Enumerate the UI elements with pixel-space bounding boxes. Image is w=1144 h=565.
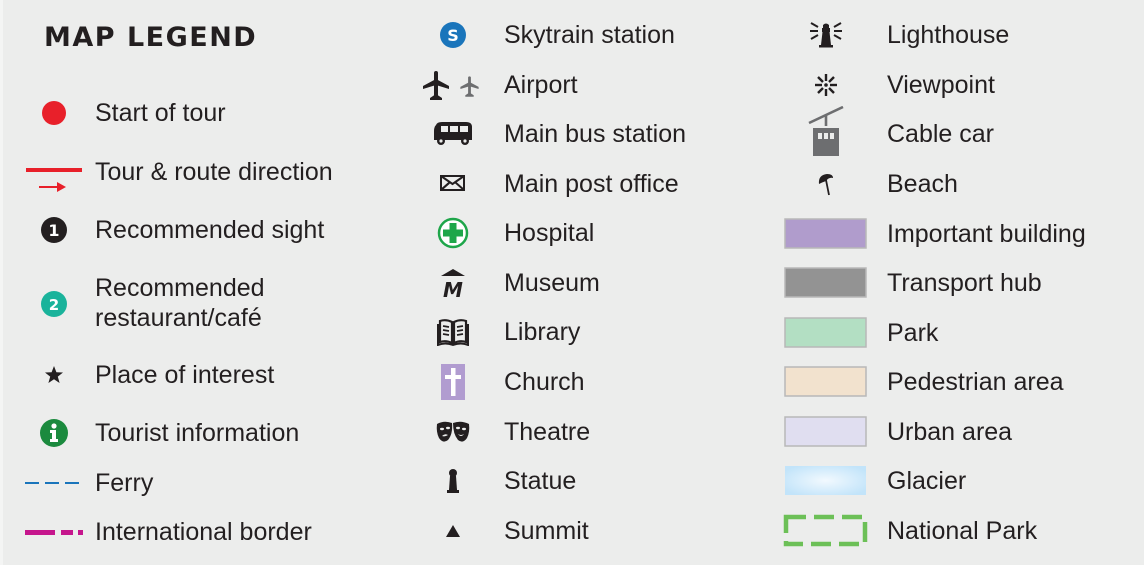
legend-label: Summit	[504, 517, 589, 545]
glacier-swatch	[781, 461, 871, 501]
legend-label: Theatre	[504, 418, 591, 446]
info-icon	[9, 413, 99, 453]
legend-label: Recommended restaurant/café	[95, 273, 265, 333]
legend-label: Airport	[504, 71, 578, 99]
legend-title: MAP LEGEND	[44, 22, 258, 53]
museum-glyph: M	[443, 278, 463, 298]
legend-label: Pedestrian area	[887, 368, 1064, 396]
legend-label: Urban area	[887, 418, 1013, 446]
pedestrian-area-swatch	[781, 362, 871, 402]
legend-label: Main bus station	[504, 120, 687, 148]
legend-label: Viewpoint	[887, 71, 995, 99]
badge-number: 1	[48, 221, 59, 240]
statue-icon	[408, 461, 498, 501]
bus-icon	[408, 114, 498, 154]
legend-label: Library	[504, 318, 581, 346]
legend-label: Ferry	[95, 469, 154, 497]
badge-number: 2	[49, 296, 59, 314]
legend-label: Hospital	[504, 219, 595, 247]
hospital-cross-icon	[408, 213, 498, 253]
skytrain-icon: S	[408, 15, 498, 55]
skytrain-glyph: S	[447, 26, 459, 45]
lighthouse-icon	[781, 15, 871, 55]
library-book-icon	[408, 312, 498, 352]
legend-label: Church	[504, 368, 585, 396]
border-dash-dot-line-icon	[9, 512, 99, 552]
ferry-dashed-line-icon	[9, 463, 99, 503]
route-line-arrow-icon	[9, 152, 99, 192]
legend-label: Transport hub	[887, 269, 1042, 297]
summit-triangle-icon	[408, 511, 498, 551]
legend-label: Beach	[887, 170, 958, 198]
red-dot-icon	[9, 93, 99, 133]
legend-label: Skytrain station	[504, 21, 675, 49]
numbered-black-circle-icon: 1	[9, 210, 99, 250]
national-park-swatch	[781, 511, 871, 551]
legend-label: Recommended sight	[95, 216, 325, 244]
church-cross-icon	[408, 362, 498, 402]
theatre-masks-icon	[408, 412, 498, 452]
legend-label-line-2: restaurant/café	[95, 304, 262, 332]
legend-label: Museum	[504, 269, 600, 297]
important-building-swatch	[781, 214, 871, 254]
legend-label: International border	[95, 518, 312, 546]
numbered-teal-circle-icon: 2	[9, 284, 99, 324]
legend-label: Main post office	[504, 170, 679, 198]
museum-icon: M	[408, 263, 498, 303]
legend-label: Important building	[887, 220, 1086, 248]
urban-area-swatch	[781, 412, 871, 452]
legend-label: Place of interest	[95, 361, 275, 389]
legend-label: National Park	[887, 517, 1038, 545]
legend-label: Glacier	[887, 467, 967, 495]
cable-car-icon	[781, 104, 871, 160]
legend-label: Park	[887, 319, 939, 347]
viewpoint-icon	[781, 65, 871, 105]
legend-label: Tour & route direction	[95, 158, 333, 186]
park-swatch	[781, 313, 871, 353]
legend-label: Lighthouse	[887, 21, 1010, 49]
legend-label: Cable car	[887, 120, 994, 148]
legend-label: Tourist information	[95, 419, 300, 447]
beach-umbrella-icon	[781, 164, 871, 204]
transport-hub-swatch	[781, 263, 871, 303]
airport-icon	[408, 65, 498, 105]
envelope-icon	[408, 164, 498, 204]
left-edge	[0, 0, 3, 565]
legend-label: Statue	[504, 467, 577, 495]
legend-label-line-1: Recommended	[95, 274, 265, 302]
legend-label: Start of tour	[95, 99, 226, 127]
star-icon	[9, 355, 99, 395]
